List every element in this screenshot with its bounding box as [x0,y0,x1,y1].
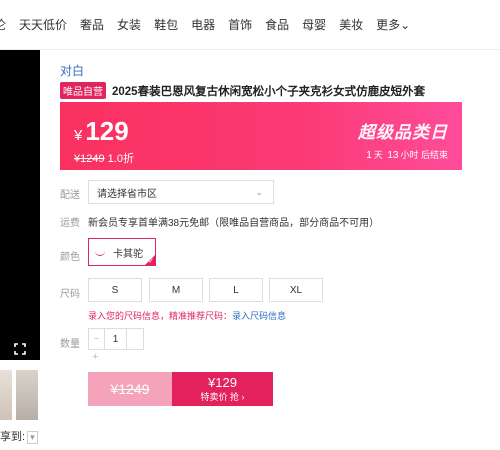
region-select[interactable]: 请选择省市区 ⌄ [88,180,274,204]
countdown-day-unit: 天 [373,150,383,160]
quantity-decrease-button[interactable]: − [89,329,105,349]
top-nav: 伦 天天低价 奢品 女装 鞋包 电器 首饰 食品 母婴 美妆 更多⌄ [0,0,500,50]
countdown-hours: 13 [387,150,399,161]
size-label: 尺码 [60,289,80,300]
size-option-l[interactable]: L [209,278,263,302]
quantity-stepper: − 1 [88,328,144,350]
quantity-increase-button[interactable]: + [92,351,98,363]
chevron-down-icon[interactable]: ▾ [27,431,38,444]
quantity-label: 数量 [60,339,80,350]
delivery-label: 配送 [60,190,80,201]
nav-item-jewelry[interactable]: 首饰 [228,16,252,33]
quantity-input[interactable]: 1 [105,329,127,349]
nav-item-luxury[interactable]: 奢品 [80,16,104,33]
checkmark-icon: ✓ [148,258,154,265]
buy-now: ¥129 特卖价 抢 › [172,372,273,406]
chevron-right-icon[interactable]: › [37,387,42,403]
color-label: 颜色 [60,252,80,263]
size-option-s[interactable]: S [88,278,142,302]
region-placeholder: 请选择省市区 [97,188,157,200]
buy-original-price: ¥1249 [88,372,172,406]
currency-symbol: ¥ [74,127,83,144]
discount-label: 1.0折 [107,153,134,165]
color-option-selected[interactable]: 卡其驼 ✓ [88,238,156,266]
price-banner: ¥ 129 ¥1249 1.0折 超级品类日 1天 13 小时 后结束 [60,102,462,170]
nav-more-dropdown[interactable]: 更多⌄ [376,16,410,33]
promo-title: 超级品类日 [358,123,448,142]
nav-item-daily-low-price[interactable]: 天天低价 [19,16,67,33]
buy-now-label: 特卖价 抢 › [200,392,245,402]
countdown-days: 1 [366,150,372,161]
self-operated-badge: 唯品自营 [60,82,106,99]
nav-item[interactable]: 伦 [0,16,6,33]
original-price-line: ¥1249 1.0折 [74,150,134,166]
nav-item-food[interactable]: 食品 [265,16,289,33]
countdown: 1天 13 小时 后结束 [364,148,448,161]
share-label: 享到: [0,431,26,443]
price-value: 129 [85,116,129,146]
buy-now-price: ¥129 [208,375,237,390]
nav-item-baby[interactable]: 母婴 [302,16,326,33]
countdown-hour-unit: 小时 [400,150,419,160]
nav-item-shoes-bags[interactable]: 鞋包 [154,16,178,33]
size-info-link[interactable]: 录入尺码信息 [232,311,286,321]
shipping-text: 新会员专享首单满38元免邮（限唯品自营商品，部分商品不可用） [88,218,380,229]
current-price: ¥ 129 [74,116,129,147]
size-hint: 录入您的尺码信息，精准推荐尺码：录入尺码信息 [88,309,286,322]
thumbnail-image[interactable]: › [16,370,42,420]
thumbnail-strip: › [0,370,42,420]
buy-button[interactable]: ¥1249 ¥129 特卖价 抢 › [88,372,273,406]
product-image-main[interactable] [0,50,40,360]
chevron-down-icon: ⌄ [255,187,263,197]
product-title-row: 唯品自营 2025春装巴恩风复古休闲宽松小个子夹克衫女式仿鹿皮短外套 [60,82,490,99]
nav-item-appliances[interactable]: 电器 [191,16,215,33]
countdown-suffix: 后结束 [420,150,448,160]
thumbnail-image[interactable] [0,370,12,420]
size-option-xl[interactable]: XL [269,278,323,302]
nav-item-womens[interactable]: 女装 [117,16,141,33]
fullscreen-icon[interactable] [14,343,26,355]
color-option-label: 卡其驼 [113,248,143,260]
original-price: ¥1249 [74,153,105,165]
shipping-label: 运费 [60,218,80,229]
size-option-m[interactable]: M [149,278,203,302]
share[interactable]: 享到: ▾ [0,428,38,444]
nav-item-beauty[interactable]: 美妆 [339,16,363,33]
size-hint-text: 录入您的尺码信息，精准推荐尺码： [88,311,233,321]
color-swatch-icon [95,248,105,256]
product-title: 2025春装巴恩风复古休闲宽松小个子夹克衫女式仿鹿皮短外套 [112,85,426,98]
brand-link[interactable]: 对白 [60,62,84,79]
